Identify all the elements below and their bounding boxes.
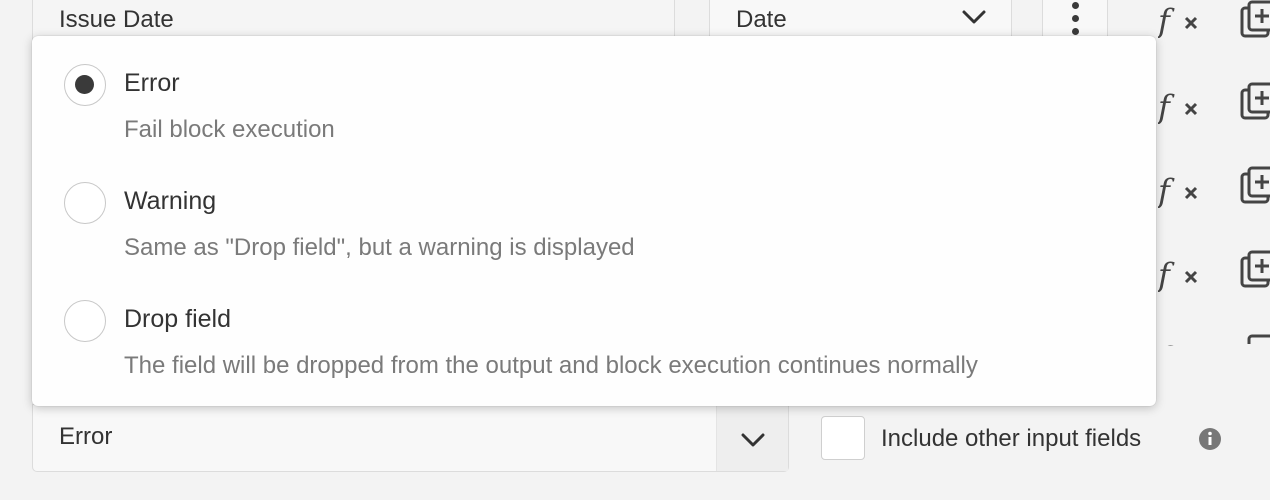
svg-text:f: f: [1158, 2, 1175, 38]
option-label: Drop field: [124, 305, 231, 333]
on-error-select[interactable]: Error: [32, 404, 789, 472]
fx-icon[interactable]: f: [1158, 172, 1204, 208]
option-label: Error: [124, 69, 180, 97]
include-other-fields-label[interactable]: Include other input fields: [881, 425, 1141, 453]
svg-text:f: f: [1158, 340, 1175, 346]
radio-error[interactable]: [64, 64, 106, 106]
copy-add-icon[interactable]: [1240, 82, 1270, 122]
radio-warning[interactable]: [64, 182, 106, 224]
error-handling-dropdown: Error Fail block execution Warning Same …: [32, 36, 1156, 406]
copy-add-icon: [1247, 334, 1270, 344]
fx-icon[interactable]: f: [1158, 256, 1204, 292]
copy-add-icon[interactable]: [1240, 0, 1270, 40]
option-description: Same as "Drop field", but a warning is d…: [124, 234, 635, 261]
option-warning[interactable]: Warning Same as "Drop field", but a warn…: [32, 154, 1156, 264]
kebab-dot: [1072, 15, 1079, 22]
copy-add-icon[interactable]: [1240, 166, 1270, 206]
field-name-input[interactable]: Issue Date: [32, 0, 675, 40]
copy-add-icon[interactable]: [1240, 250, 1270, 290]
fx-icon: f: [1158, 340, 1175, 346]
radio-drop-field[interactable]: [64, 300, 106, 342]
option-drop-field[interactable]: Drop field The field will be dropped fro…: [32, 272, 1156, 382]
on-error-select-value: Error: [59, 423, 113, 450]
on-error-select-toggle[interactable]: [716, 405, 788, 471]
radio-selected-dot: [75, 75, 94, 94]
field-type-value: Date: [736, 6, 787, 33]
fx-icon[interactable]: f: [1158, 2, 1204, 38]
chevron-down-icon: [741, 433, 765, 447]
kebab-dot: [1072, 28, 1079, 35]
svg-text:f: f: [1158, 172, 1175, 208]
option-description: Fail block execution: [124, 116, 335, 143]
info-icon[interactable]: [1198, 427, 1222, 451]
kebab-dot: [1072, 2, 1079, 9]
include-other-fields-checkbox[interactable]: [821, 416, 865, 460]
option-error[interactable]: Error Fail block execution: [32, 36, 1156, 146]
chevron-down-icon: [962, 10, 986, 24]
fx-icon[interactable]: f: [1158, 88, 1204, 124]
field-type-select[interactable]: Date: [709, 0, 1012, 40]
option-label: Warning: [124, 187, 217, 215]
more-options-button[interactable]: [1042, 0, 1108, 40]
svg-text:f: f: [1158, 256, 1175, 292]
field-row: Issue Date Date: [0, 0, 1270, 40]
option-description: The field will be dropped from the outpu…: [124, 352, 978, 379]
svg-text:f: f: [1158, 88, 1175, 124]
